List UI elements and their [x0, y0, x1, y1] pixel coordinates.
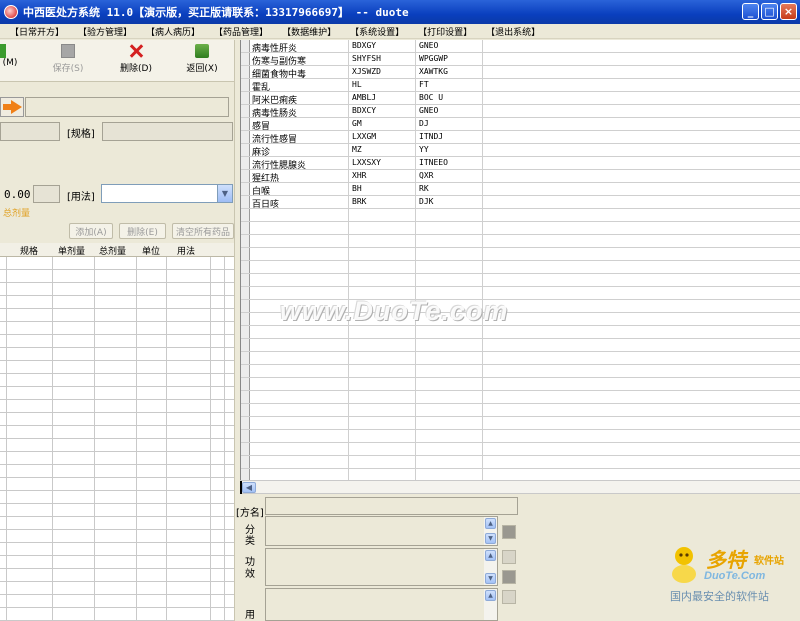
unit-field[interactable]	[33, 185, 60, 203]
usage-dropdown-button[interactable]	[502, 590, 516, 604]
column-header: 单剂量	[58, 247, 86, 257]
column-header: 用法	[177, 247, 196, 257]
table-row[interactable]: 伤寒与副伤寒 SHYFSH WPGGWP	[241, 53, 800, 67]
menu-exit-system[interactable]: 【退出系统】	[486, 25, 540, 38]
table-row[interactable]: 流行性腮腺炎 LXXSXY ITNEEO	[241, 157, 800, 171]
table-body[interactable]	[0, 257, 238, 621]
return-icon	[195, 44, 209, 58]
column-header: 总剂量	[99, 247, 127, 257]
table-row[interactable]: 细菌食物中毒 XJSWZD XAWTKG	[241, 66, 800, 80]
back-button[interactable]: 返回(X)	[180, 44, 224, 78]
delete-button[interactable]: 删除(D)	[114, 44, 158, 78]
first-toolbar-button[interactable]: (M)	[0, 44, 20, 78]
usage-label-bottom: 用	[245, 610, 255, 621]
category-picker-button[interactable]	[502, 525, 516, 539]
prescription-editor-pane: (M) 保存(S) 删除(D) 返回(X) [规格] 0.00 [用法] ▼ 总…	[0, 40, 238, 621]
table-row[interactable]: 流行性感冒 LXXGM ITNDJ	[241, 131, 800, 145]
logo-english: DuoTe.Com	[704, 570, 766, 582]
drug-input-field[interactable]	[25, 97, 229, 117]
prescription-drug-table: 规格 单剂量 总剂量 单位 用法	[0, 243, 238, 621]
menu-data-maintenance[interactable]: 【数据维护】	[282, 25, 336, 38]
menu-recipe-management[interactable]: 【验方管理】	[78, 25, 132, 38]
table-row[interactable]: 白喉 BH RK	[241, 183, 800, 197]
logo-slogan: 国内最安全的软件站	[670, 590, 769, 603]
effect-textarea[interactable]: ▲ ▼	[265, 548, 498, 586]
toolbar: (M) 保存(S) 删除(D) 返回(X)	[0, 40, 238, 82]
duote-logo: 多特 软件站 DuoTe.Com 国内最安全的软件站	[664, 540, 794, 618]
green-icon	[0, 44, 6, 58]
delete-icon	[129, 44, 143, 58]
table-row[interactable]: 感冒 GM DJ	[241, 118, 800, 132]
effect-label-2: 效	[245, 569, 255, 580]
menu-bar: 【日常开方】 【验方管理】 【病人病历】 【药品管理】 【数据维护】 【系统设置…	[0, 24, 800, 39]
remove-drug-button[interactable]: 删除(E)	[119, 223, 166, 239]
window-title: 中西医处方系统 11.0【演示版，买正版请联系：13317966697】 -- …	[23, 6, 409, 19]
spec-field[interactable]	[102, 122, 233, 141]
scroll-down-icon[interactable]: ▼	[485, 573, 496, 584]
arrow-right-icon	[2, 104, 11, 110]
column-header: 规格	[20, 247, 39, 257]
mascot-icon	[672, 547, 696, 583]
scroll-up-icon[interactable]: ▲	[485, 518, 496, 529]
usage-label: [用法]	[67, 192, 95, 203]
menu-patient-records[interactable]: 【病人病历】	[146, 25, 200, 38]
category-label-2: 类	[245, 536, 255, 547]
total-dose-hint: 总剂量	[3, 209, 31, 219]
minimize-button[interactable]: _	[742, 3, 759, 20]
save-button[interactable]: 保存(S)	[46, 44, 90, 78]
vertical-scrollbar[interactable]: ▲ ▼	[484, 517, 497, 545]
menu-print-settings[interactable]: 【打印设置】	[418, 25, 472, 38]
menu-drug-management[interactable]: 【药品管理】	[214, 25, 268, 38]
save-label: 保存(S)	[52, 64, 84, 74]
recipe-name-label: [方名]	[236, 508, 264, 519]
usage-textarea[interactable]: ▲	[265, 588, 498, 621]
clear-drugs-button[interactable]: 清空所有药品	[172, 223, 234, 239]
maximize-button[interactable]: □	[761, 3, 778, 20]
dose-value: 0.00	[4, 188, 31, 201]
menu-daily-prescription[interactable]: 【日常开方】	[10, 25, 64, 38]
first-toolbar-label: (M)	[2, 58, 18, 68]
table-header: 规格 单剂量 总剂量 单位 用法	[0, 243, 238, 257]
usage-select[interactable]: ▼	[101, 184, 233, 203]
table-row[interactable]: 霍乱 HL FT	[241, 79, 800, 93]
spec-label: [规格]	[67, 129, 95, 140]
table-row[interactable]: 麻诊 MZ YY	[241, 144, 800, 158]
back-label: 返回(X)	[186, 64, 218, 74]
app-icon	[4, 5, 18, 19]
effect-dropdown-button[interactable]	[502, 550, 516, 564]
table-row[interactable]: 病毒性肝炎 BDXGY GNEO	[241, 40, 800, 54]
save-icon	[61, 44, 75, 58]
delete-label: 删除(D)	[120, 64, 152, 74]
vertical-scrollbar[interactable]: ▲	[484, 589, 497, 620]
scroll-left-icon[interactable]: ◀	[242, 482, 256, 493]
window-controls: _ □ ×	[742, 3, 797, 20]
category-textarea[interactable]: ▲ ▼	[265, 516, 498, 546]
chevron-down-icon[interactable]: ▼	[217, 185, 232, 202]
disease-list-table: 病毒性肝炎 BDXGY GNEO 伤寒与副伤寒 SHYFSH WPGGWP 细菌…	[240, 40, 800, 480]
title-bar: 中西医处方系统 11.0【演示版，买正版请联系：13317966697】 -- …	[0, 0, 800, 24]
table-row[interactable]: 病毒性肠炎 BDXCY GNEO	[241, 105, 800, 119]
select-arrow-button[interactable]	[0, 97, 24, 117]
close-button[interactable]: ×	[780, 3, 797, 20]
table-row[interactable]: 百日咳 BRK DJK	[241, 196, 800, 210]
effect-picker-button[interactable]	[502, 570, 516, 584]
scroll-down-icon[interactable]: ▼	[485, 533, 496, 544]
table-row[interactable]: 猩红热 XHR QXR	[241, 170, 800, 184]
column-header: 单位	[142, 247, 161, 257]
menu-system-settings[interactable]: 【系统设置】	[350, 25, 404, 38]
vertical-scrollbar[interactable]: ▲ ▼	[484, 549, 497, 585]
scroll-up-icon[interactable]: ▲	[485, 550, 496, 561]
horizontal-scrollbar[interactable]: ◀	[240, 480, 800, 494]
scroll-up-icon[interactable]: ▲	[485, 590, 496, 601]
logo-subtitle: 软件站	[754, 556, 784, 567]
drug-name-field[interactable]	[0, 122, 60, 141]
recipe-name-field[interactable]	[265, 497, 518, 515]
logo-chinese: 多特	[706, 548, 746, 572]
add-drug-button[interactable]: 添加(A)	[69, 223, 113, 239]
table-row[interactable]: 阿米巴痢疾 AMBLJ BOC U	[241, 92, 800, 106]
